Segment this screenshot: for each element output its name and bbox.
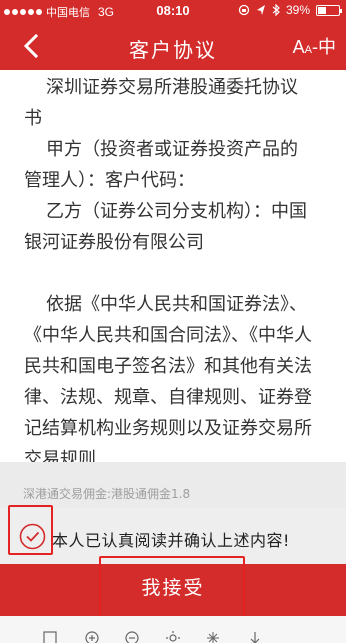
agreement-body: 依据《中华人民共和国证券法》、《中华人民共和国合同法》、《中华人民共和国电子签名… <box>24 294 312 462</box>
checkbox-highlight-box <box>8 505 53 555</box>
font-size-value: -中 <box>312 37 336 57</box>
zoom-in-icon[interactable] <box>84 630 100 643</box>
sun-icon[interactable] <box>165 630 181 643</box>
font-size-button[interactable]: AA-中 <box>293 33 336 59</box>
agreement-title: 深圳证券交易所港股通委托协议书 <box>24 77 298 129</box>
location-icon <box>256 5 265 15</box>
font-size-label-small: A <box>304 44 312 56</box>
status-right: 39% <box>238 3 342 17</box>
zoom-out-icon[interactable] <box>124 630 140 643</box>
battery-icon <box>316 4 342 16</box>
party-b-text: 乙方（证券公司分支机构）：中国银河证券股份有限公司 <box>24 201 307 253</box>
square-icon[interactable] <box>42 630 58 643</box>
commission-text: 深港通交易佣金:港股通佣金1.8 <box>23 487 191 501</box>
brightness-icon[interactable] <box>205 630 221 643</box>
commission-info: 深港通交易佣金:港股通佣金1.8 <box>0 462 346 508</box>
agreement-content[interactable]: 深圳证券交易所港股通委托协议书 甲方（投资者或证券投资产品的管理人）：客户代码：… <box>0 70 346 462</box>
battery-fill <box>318 6 326 14</box>
font-size-label-big: A <box>292 37 305 57</box>
confirm-text: 本人已认真阅读并确认上述内容! <box>52 531 290 550</box>
bluetooth-icon <box>272 4 280 16</box>
accept-highlight-box <box>99 556 245 620</box>
bottom-toolbar <box>0 616 346 643</box>
rotation-lock-icon <box>238 4 250 16</box>
down-arrow-icon[interactable] <box>247 630 263 643</box>
nav-bar: 客户协议 AA-中 <box>0 22 346 70</box>
party-a-text: 甲方（投资者或证券投资产品的管理人）：客户代码： <box>24 139 298 191</box>
status-bar: 中国电信 3G 08:10 39% <box>0 0 346 22</box>
battery-percent: 39% <box>285 3 310 17</box>
